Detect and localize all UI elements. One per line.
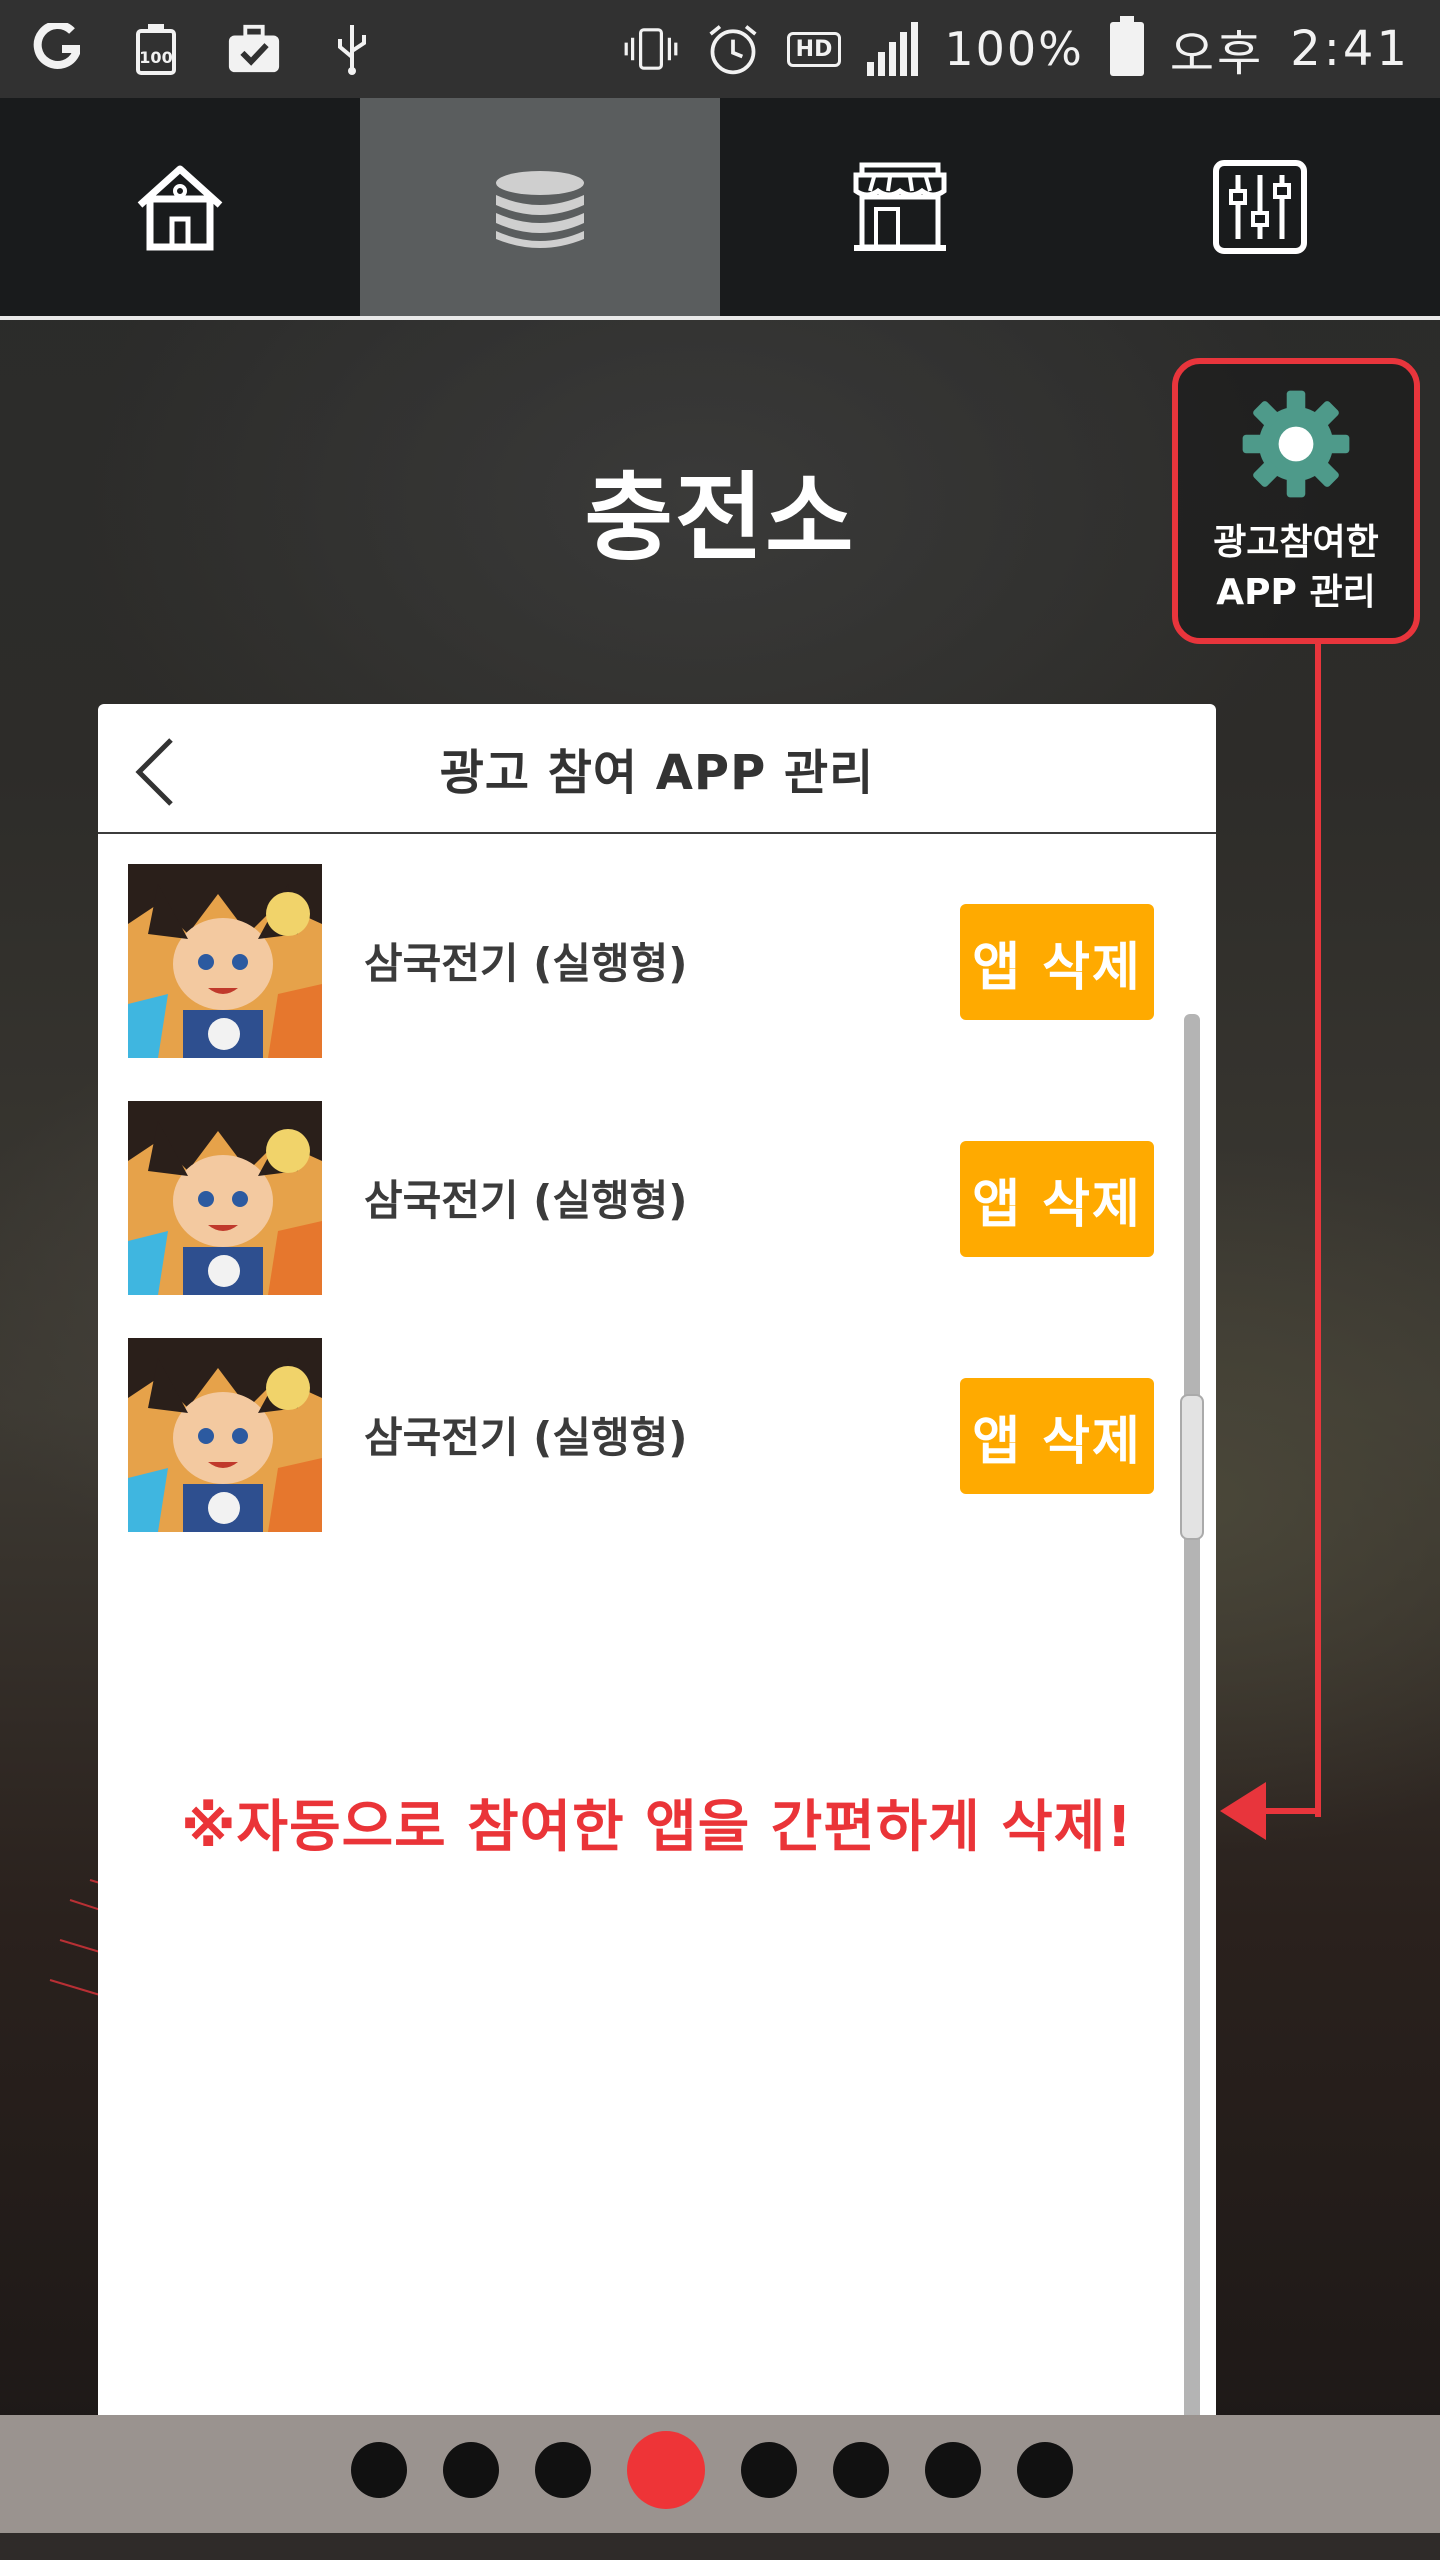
app-icon <box>128 1101 322 1295</box>
app-icon <box>128 864 322 1058</box>
notice-text: ※자동으로 참여한 앱을 간편하게 삭제! <box>181 1795 1133 1860</box>
app-name: 삼국전기 (실행형) <box>364 1413 688 1462</box>
app-name: 삼국전기 (실행형) <box>364 1176 688 1225</box>
alarm-icon <box>705 21 761 77</box>
signal-icon <box>867 22 919 76</box>
vibrate-icon <box>623 21 679 77</box>
callout-line-1: 광고참여한 <box>1213 522 1379 563</box>
sliders-icon <box>1213 160 1307 254</box>
app-icon <box>128 1338 322 1532</box>
app-manage-card: 광고 참여 APP 관리 삼국전기 (실행형) 앱 삭제 삼국전기 (실행형) … <box>98 704 1216 2482</box>
battery-percent: 100% <box>944 22 1084 76</box>
bottom-strip <box>0 2533 1440 2560</box>
status-right-icons: HD 100% 오후 2:41 <box>623 14 1410 84</box>
g-logo-icon <box>30 21 86 77</box>
page-dot[interactable] <box>351 2442 407 2498</box>
tab-settings[interactable] <box>1080 98 1440 316</box>
card-title: 광고 참여 APP 관리 <box>439 745 875 801</box>
tab-charge[interactable] <box>360 98 720 316</box>
page-dot[interactable] <box>925 2442 981 2498</box>
svg-text:100: 100 <box>139 48 172 67</box>
app-row: 삼국전기 (실행형) 앱 삭제 <box>98 1338 1216 1575</box>
chevron-left-icon <box>135 738 173 806</box>
callout-connector-line <box>1315 644 1321 1817</box>
briefcase-check-icon <box>226 21 282 77</box>
scrollbar-thumb[interactable] <box>1180 1394 1204 1540</box>
status-bar: 100 HD 100% 오후 2:41 <box>0 0 1440 98</box>
home-icon <box>137 165 223 251</box>
app-row: 삼국전기 (실행형) 앱 삭제 <box>98 1101 1216 1338</box>
coins-icon <box>496 171 584 248</box>
callout-line-2: APP 관리 <box>1216 572 1376 613</box>
callout-label: 광고참여한 APP 관리 <box>1213 518 1379 618</box>
delete-app-button[interactable]: 앱 삭제 <box>960 1141 1154 1257</box>
page-indicator <box>0 2430 1440 2510</box>
back-button[interactable] <box>120 732 190 812</box>
page-dot[interactable] <box>1017 2442 1073 2498</box>
callout-connector-line-h <box>1260 1808 1321 1814</box>
usb-icon <box>324 21 380 77</box>
top-tab-nav <box>0 98 1440 320</box>
ad-app-manage-button[interactable]: 광고참여한 APP 관리 <box>1172 358 1420 644</box>
page-dot[interactable] <box>443 2442 499 2498</box>
card-header: 광고 참여 APP 관리 <box>98 704 1216 834</box>
app-row: 삼국전기 (실행형) 앱 삭제 <box>98 864 1216 1101</box>
app-list: 삼국전기 (실행형) 앱 삭제 삼국전기 (실행형) 앱 삭제 삼국전기 (실행… <box>98 834 1216 1575</box>
clock-time: 2:41 <box>1290 21 1410 77</box>
delete-app-button[interactable]: 앱 삭제 <box>960 904 1154 1020</box>
page-dot[interactable] <box>741 2442 797 2498</box>
battery-100-icon: 100 <box>128 21 184 77</box>
tab-store[interactable] <box>720 98 1080 316</box>
clock-ampm: 오후 <box>1169 26 1265 82</box>
delete-app-button[interactable]: 앱 삭제 <box>960 1378 1154 1494</box>
hd-voice-icon: HD <box>786 31 842 67</box>
tab-home[interactable] <box>0 98 360 316</box>
gear-icon <box>1242 390 1350 498</box>
battery-icon <box>1109 16 1144 76</box>
app-name: 삼국전기 (실행형) <box>364 939 688 988</box>
arrow-left-icon <box>1220 1782 1266 1840</box>
status-left-icons: 100 <box>30 21 380 77</box>
scrollbar-track[interactable] <box>1184 1014 1200 2434</box>
page-dot[interactable] <box>535 2442 591 2498</box>
page-dot[interactable] <box>833 2442 889 2498</box>
page-dot-active[interactable] <box>627 2431 705 2509</box>
store-icon <box>853 162 947 251</box>
